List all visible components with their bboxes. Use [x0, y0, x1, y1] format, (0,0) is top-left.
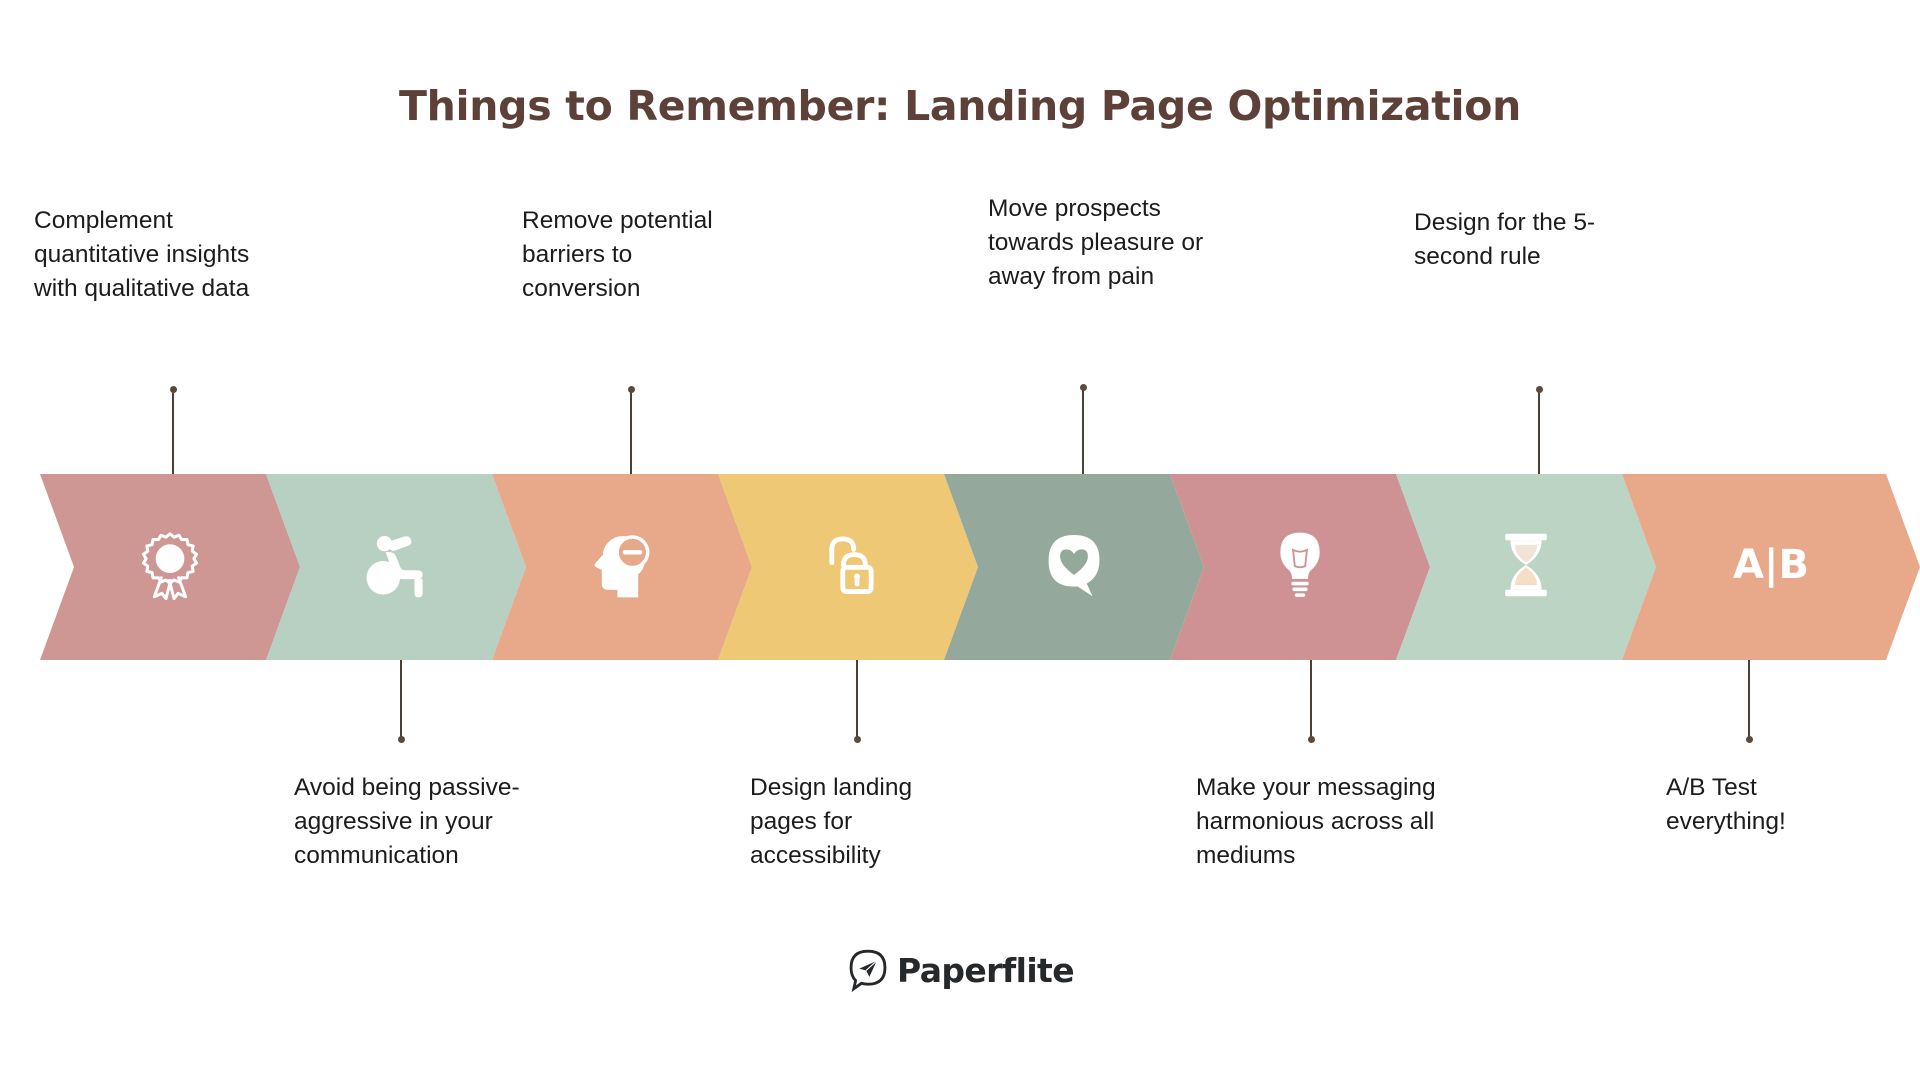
paper-plane-speech-bubble-icon	[846, 948, 890, 993]
connector-dot-5	[1080, 384, 1087, 391]
chevron-step-5[interactable]	[944, 474, 1204, 660]
infographic-canvas: Things to Remember: Landing Page Optimiz…	[0, 0, 1920, 1080]
speech-bubble-heart-icon	[1037, 528, 1111, 602]
connector-dot-2	[398, 736, 405, 743]
page-title: Things to Remember: Landing Page Optimiz…	[398, 82, 1522, 130]
chevron-step-6[interactable]	[1170, 474, 1430, 660]
step-label-8: A/B Test everything!	[1666, 774, 1786, 835]
open-padlock-icon	[811, 528, 885, 602]
connector-dot-4	[854, 736, 861, 743]
step-label-5: Move prospects towards pleasure or away …	[988, 195, 1204, 290]
connector-line-2	[400, 658, 402, 738]
chevron-step-2[interactable]	[266, 474, 526, 660]
head-minus-barrier-icon	[585, 528, 659, 602]
step-label-3: Remove potential barriers to conversion	[522, 207, 713, 302]
chevron-band: A|B	[40, 474, 1920, 660]
connector-dot-3	[628, 386, 635, 393]
step-label-6: Make your messaging harmonious across al…	[1196, 774, 1436, 869]
lightbulb-icon	[1263, 528, 1337, 602]
connector-line-5	[1082, 388, 1084, 476]
connector-dot-6	[1308, 736, 1315, 743]
ab-test-icon: A|B	[1732, 542, 1810, 588]
connector-line-3	[630, 390, 632, 476]
chevron-step-1[interactable]	[40, 474, 300, 660]
hourglass-icon	[1489, 528, 1563, 602]
connector-line-8	[1748, 658, 1750, 738]
connector-line-6	[1310, 658, 1312, 738]
step-label-2: Avoid being passive- aggressive in your …	[294, 774, 520, 869]
step-label-4: Design landing pages for accessibility	[750, 774, 913, 869]
paperflite-logo: Paperflite	[0, 948, 1920, 993]
chevron-step-3[interactable]	[492, 474, 752, 660]
chevron-step-8[interactable]: A|B	[1622, 474, 1920, 660]
connector-dot-7	[1536, 386, 1543, 393]
step-label-7: Design for the 5- second rule	[1414, 209, 1596, 270]
award-ribbon-icon	[133, 528, 207, 602]
connector-dot-1	[170, 386, 177, 393]
connector-dot-8	[1746, 736, 1753, 743]
connector-line-4	[856, 658, 858, 738]
chevron-step-4[interactable]	[718, 474, 978, 660]
connector-line-7	[1538, 390, 1540, 476]
connector-line-1	[172, 390, 174, 476]
wheelchair-accessibility-icon	[359, 528, 433, 602]
step-label-1: Complement quantitative insights with qu…	[34, 207, 250, 302]
brand-name: Paperflite	[897, 950, 1075, 990]
chevron-step-7[interactable]	[1396, 474, 1656, 660]
